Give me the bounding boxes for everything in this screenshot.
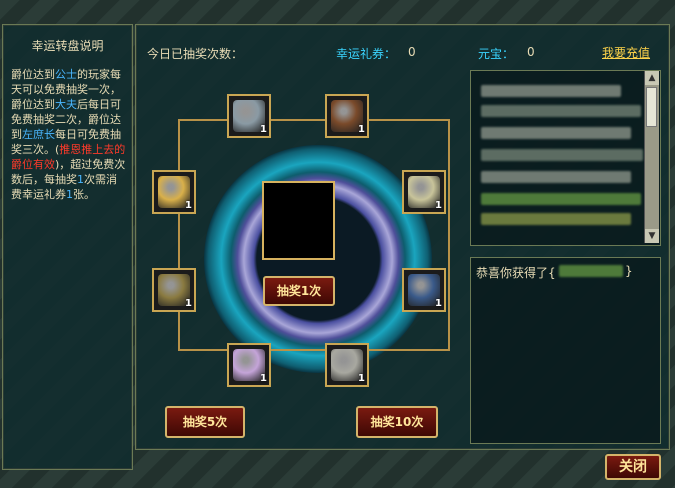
congrats-text: 恭喜你获得了{ [476,266,556,280]
coupon-label: 幸运礼券： [336,47,397,61]
rules-fragment: 大夫 [55,98,77,111]
draw-five-button[interactable]: 抽奖5次 [165,406,245,438]
item-count: 1 [185,298,192,309]
winners-list [470,70,661,246]
rules-fragment: 1 [66,188,73,201]
draw-once-button[interactable]: 抽奖1次 [263,276,335,306]
frame-bottom [178,349,450,351]
congrats-suffix: } [625,264,633,278]
result-box: 恭喜你获得了{ } [470,257,661,444]
draws-label: 今日已抽奖次数： [147,47,244,61]
prize-slot-hammer[interactable]: 1 [325,343,369,387]
frame-right [448,119,450,351]
rules-fragment: 爵位达到 [11,68,55,81]
item-count: 1 [260,373,267,384]
frame-top [178,119,450,121]
prize-slot-map[interactable]: 1 [152,268,196,312]
rules-panel: 幸运转盘说明 爵位达到公士的玩家每天可以免费抽奖一次，爵位达到大夫后每日可免费抽… [2,24,133,470]
rules-fragment: 张。 [73,188,95,201]
rules-fragment: 左庶长 [22,128,55,141]
yuanbao-value: 0 [527,45,535,59]
item-count: 1 [358,373,365,384]
prize-slot-coin-pouch[interactable]: 1 [402,170,446,214]
prize-slot-helmet[interactable]: 1 [402,268,446,312]
blurred-line [481,213,631,225]
rules-fragment: 公士 [55,68,77,81]
prize-slot-scroll-purple[interactable]: 1 [227,343,271,387]
prize-slot-scroll[interactable]: 1 [152,170,196,214]
scroll-down-icon[interactable]: ▼ [645,229,659,243]
rules-text: 爵位达到公士的玩家每天可以免费抽奖一次，爵位达到大夫后每日可免费抽奖二次，爵位达… [11,67,127,202]
rules-title: 幸运转盘说明 [31,39,104,53]
item-count: 1 [435,200,442,211]
blurred-line [481,85,621,97]
prize-slot-armor[interactable]: 1 [227,94,271,138]
item-count: 1 [435,298,442,309]
blurred-line [481,105,641,117]
rules-fragment: 1 [77,173,84,186]
coupon-value: 0 [408,45,416,59]
scroll-thumb[interactable] [646,87,657,127]
frame-left [178,119,180,351]
prize-slot-ring[interactable]: 1 [325,94,369,138]
recharge-link[interactable]: 我要充值 [602,44,650,61]
blurred-line [481,149,643,161]
item-count: 1 [260,124,267,135]
scroll-up-icon[interactable]: ▲ [645,71,659,85]
close-button[interactable]: 关闭 [605,454,661,480]
blurred-line [481,171,631,183]
item-count: 1 [185,200,192,211]
yuanbao-label: 元宝： [478,47,515,61]
winners-scrollbar[interactable]: ▲ ▼ [644,71,659,243]
blurred-line [481,193,641,205]
item-count: 1 [358,124,365,135]
blurred-line [481,127,631,139]
prize-display [262,181,335,260]
blurred-prize [559,265,623,277]
draw-ten-button[interactable]: 抽奖10次 [356,406,438,438]
